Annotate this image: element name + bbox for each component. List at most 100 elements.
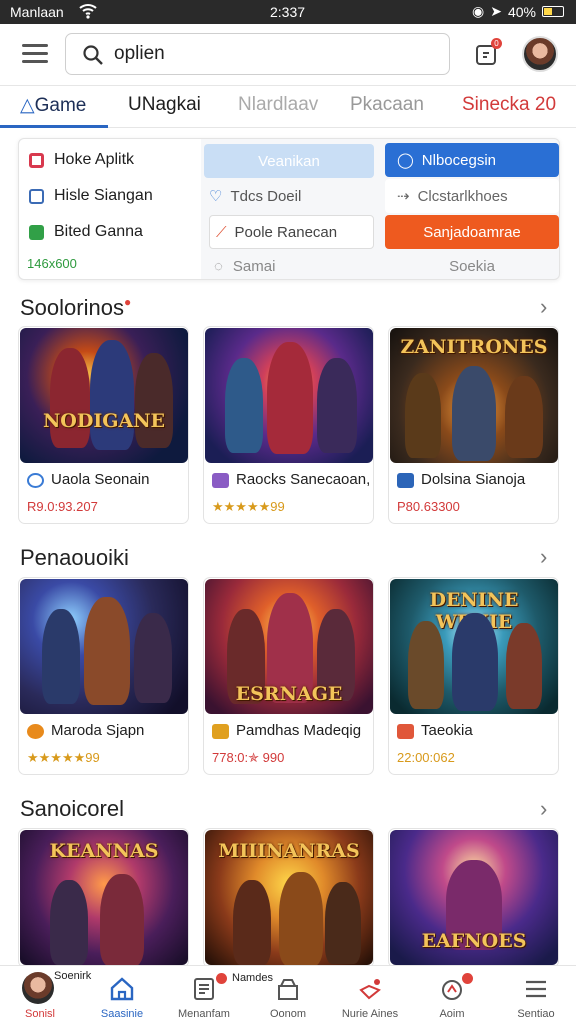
nav-item-sonisl[interactable]: Soenirk Sonisl	[0, 966, 91, 1025]
option-soekia[interactable]: Soekia	[385, 249, 559, 283]
option-sanjadoamrae[interactable]: Sanjadoamrae	[385, 215, 559, 249]
document-icon	[194, 978, 214, 1000]
settings-icon: ◌	[214, 257, 223, 275]
tab-game[interactable]: △Game	[20, 94, 86, 117]
game-thumbnail: ESRNAGE	[205, 579, 373, 714]
app-icon	[397, 724, 414, 739]
battery-percent: 40%	[507, 3, 536, 20]
game-card[interactable]: Maroda Sjapn ★★★★★99	[18, 577, 189, 775]
quick-link-item[interactable]: Hisle Siangan	[29, 187, 153, 205]
chevron-right-icon[interactable]: ›	[540, 796, 547, 822]
game-thumbnail: KEANNAS	[20, 830, 188, 965]
game-card[interactable]: MIIINANRAS	[203, 828, 374, 968]
game-name: Uaola Seonain	[51, 471, 150, 488]
home-icon	[110, 977, 134, 1001]
nav-top-label: Namdes	[232, 972, 273, 984]
game-name: Raocks Sanecaoan,	[236, 471, 371, 488]
quick-link-item[interactable]: Bited Ganna	[29, 223, 143, 241]
notification-bell-icon[interactable]: 0	[474, 38, 502, 68]
menu-icon	[526, 980, 546, 998]
game-thumbnail	[20, 579, 188, 714]
game-rating: ★★★★★99	[212, 499, 285, 514]
tab-sinecka[interactable]: Sinecka 20	[462, 94, 556, 116]
quick-links-count: 146x600	[27, 256, 77, 271]
game-name: Taeokia	[421, 722, 473, 739]
nav-item-sentiao[interactable]: Sentiao	[496, 966, 576, 1025]
status-bar: Manlaan 2:337 ◉ ➤ 40%	[0, 0, 576, 24]
location-icon: ➤	[490, 3, 502, 19]
game-thumbnail: NODIGANE	[20, 328, 188, 463]
link-icon: ⇢	[397, 188, 410, 205]
game-thumbnail: EAFNOES	[390, 830, 558, 965]
game-controller-icon	[442, 980, 462, 1000]
game-card[interactable]: EAFNOES	[388, 828, 559, 968]
game-card[interactable]: DENINE WENIE Taeokia 22:00:062	[388, 577, 559, 775]
quick-link-item[interactable]: Hoke Aplitk	[29, 151, 134, 169]
game-name: Pamdhas Madeqig	[236, 722, 362, 739]
app-icon	[212, 473, 229, 488]
app-icon	[27, 724, 44, 739]
hamburger-menu-icon[interactable]	[22, 44, 48, 64]
top-bar: 0	[0, 24, 576, 86]
game-thumbnail: MIIINANRAS	[205, 830, 373, 965]
game-rating: ★★★★★99	[27, 750, 100, 765]
tab-pkacaan[interactable]: Pkacaan	[350, 94, 424, 116]
new-dot-icon: ●	[123, 295, 132, 309]
game-meta: R9.0:93.207	[27, 499, 98, 514]
search-bar[interactable]	[65, 33, 450, 75]
heart-icon: ♡	[209, 188, 223, 205]
game-name: Maroda Sjapn	[51, 722, 145, 739]
tab-nlardlaav[interactable]: Nlardlaav	[238, 94, 318, 116]
store-icon	[278, 979, 298, 1000]
game-card[interactable]: ZANITRONES Dolsina Sianoja P80.63300	[388, 326, 559, 524]
game-thumbnail: DENINE WENIE	[390, 579, 558, 714]
game-card[interactable]: Raocks Sanecaoan, ★★★★★99	[203, 326, 374, 524]
game-name: Dolsina Sianoja	[421, 471, 526, 488]
game-card[interactable]: NODIGANE Uaola Seonain R9.0:93.207	[18, 326, 189, 524]
brush-icon: ⟋	[216, 223, 227, 241]
app-icon	[29, 152, 44, 168]
search-input[interactable]	[114, 40, 434, 68]
profile-avatar[interactable]	[522, 36, 558, 72]
tab-unagkai[interactable]: UNagkai	[128, 94, 201, 116]
nav-item-aoim[interactable]: Aoim	[412, 966, 492, 1025]
section-title: Soolorinos●	[20, 295, 132, 320]
chat-icon: ◯	[397, 152, 414, 169]
chevron-right-icon[interactable]: ›	[540, 294, 547, 320]
profile-avatar	[22, 972, 54, 1004]
app-icon	[397, 473, 414, 488]
fire-icon	[359, 979, 381, 1000]
option-tdcs-doeil[interactable]: ♡ Tdcs Doeil	[209, 179, 379, 213]
app-icon	[27, 473, 44, 488]
nav-badge	[216, 973, 227, 984]
status-time: 2:337	[270, 4, 306, 20]
option-veanikan[interactable]: Veanikan	[204, 144, 374, 178]
option-poole-ranecan[interactable]: ⟋ Poole Ranecan	[209, 215, 374, 249]
document-icon	[29, 188, 44, 204]
category-tabs: △Game UNagkai Nlardlaav Pkacaan Sinecka …	[0, 86, 576, 128]
nav-badge	[462, 973, 473, 984]
option-clcstarlkhoes[interactable]: ⇢ Clcstarlkhoes	[385, 179, 559, 213]
nav-item-home[interactable]: Saasinie	[82, 966, 162, 1025]
search-icon	[83, 45, 103, 65]
nav-item-oonom[interactable]: Namdes Oonom	[232, 966, 328, 1025]
app-icon	[212, 724, 229, 739]
quick-links-panel: Hoke Aplitk Hisle Siangan Bited Ganna 14…	[18, 138, 560, 280]
option-nlbocegsin[interactable]: ◯ Nlbocegsin	[385, 143, 559, 177]
alarm-icon: ◉	[472, 3, 485, 19]
section-title: Penaouoiki	[20, 545, 129, 570]
nav-item-nurie-aines[interactable]: Nurie Aines	[330, 966, 410, 1025]
check-icon	[29, 224, 44, 240]
game-tab-icon: △	[20, 95, 35, 116]
chevron-right-icon[interactable]: ›	[540, 544, 547, 570]
game-meta: 778:0:✯ 990	[212, 750, 285, 765]
option-samai[interactable]: ◌ Samai	[214, 249, 374, 283]
game-meta: 22:00:062	[397, 750, 455, 765]
game-card[interactable]: ESRNAGE Pamdhas Madeqig 778:0:✯ 990	[203, 577, 374, 775]
game-thumbnail	[205, 328, 373, 463]
battery-icon	[542, 6, 564, 17]
wifi-icon	[79, 4, 97, 19]
game-card[interactable]: KEANNAS	[18, 828, 189, 968]
section-title: Sanoicorel	[20, 796, 124, 821]
carrier-label: Manlaan	[10, 4, 64, 20]
